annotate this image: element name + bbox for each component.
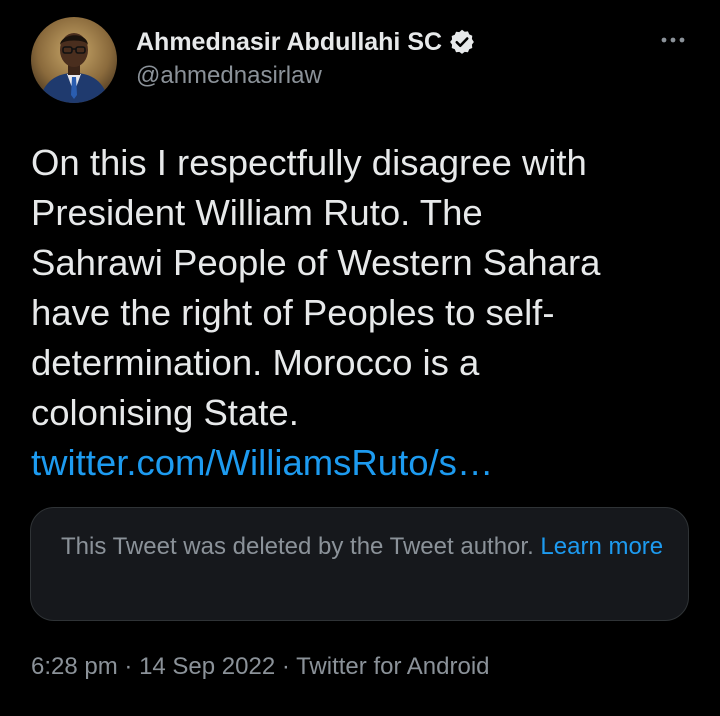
deleted-quote-card: This Tweet was deleted by the Tweet auth… <box>30 507 689 621</box>
verified-badge-icon <box>448 28 476 56</box>
meta-separator: · <box>281 653 290 680</box>
avatar[interactable] <box>31 17 117 103</box>
tweet-text-line: colonising State. <box>31 392 299 433</box>
author-name-row: Ahmednasir Abdullahi SC <box>136 28 476 56</box>
tweet-time[interactable]: 6:28 pm <box>31 653 118 680</box>
meta-separator: · <box>124 653 133 680</box>
tweet-source[interactable]: Twitter for Android <box>296 653 489 680</box>
tweet-text-line: President William Ruto. The <box>31 192 483 233</box>
more-dots-icon <box>661 37 685 43</box>
tweet-text-line: Sahrawi People of Western Sahara <box>31 242 601 283</box>
author-display-name[interactable]: Ahmednasir Abdullahi SC <box>136 28 442 56</box>
tweet-text-line: determination. Morocco is a <box>31 342 480 383</box>
deleted-tweet-notice: This Tweet was deleted by the Tweet auth… <box>61 529 671 565</box>
tweet-text-line: On this I respectfully disagree with <box>31 142 587 183</box>
tweet-text: On this I respectfully disagree with Pre… <box>31 138 696 488</box>
more-options-button[interactable] <box>652 28 694 52</box>
tweet-date[interactable]: 14 Sep 2022 <box>139 653 275 680</box>
author-handle[interactable]: @ahmednasirlaw <box>136 62 322 90</box>
tweet: Ahmednasir Abdullahi SC @ahmednasirlaw O… <box>0 0 720 716</box>
profile-photo-icon <box>31 17 117 103</box>
tweet-link[interactable]: twitter.com/WilliamsRuto/s… <box>31 442 493 483</box>
tweet-text-line: have the right of Peoples to self- <box>31 292 555 333</box>
learn-more-link[interactable]: Learn more <box>540 533 663 560</box>
tweet-metadata: 6:28 pm · 14 Sep 2022 · Twitter for Andr… <box>31 652 490 682</box>
deleted-tweet-message: This Tweet was deleted by the Tweet auth… <box>61 533 534 560</box>
